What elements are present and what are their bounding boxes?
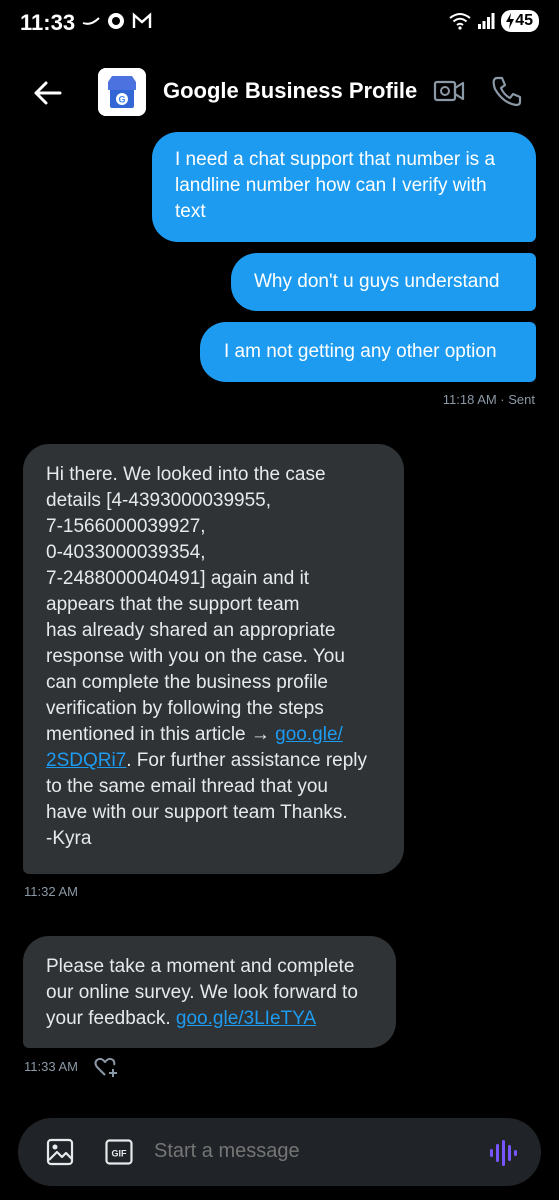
avatar-letter: G <box>118 95 125 105</box>
message-line: our online survey. We look forward to <box>46 982 358 1003</box>
message-line: I am not getting any other option <box>224 341 497 362</box>
message-line: text <box>175 201 206 222</box>
message-line: 2SDQRi7. For further assistance reply <box>46 748 404 774</box>
app-notification-icon <box>108 13 124 29</box>
sent-message-bubble[interactable]: Why don't u guys understand <box>231 253 536 311</box>
image-icon[interactable] <box>46 1138 74 1166</box>
message-line: 7-2488000040491] again and it <box>46 568 310 589</box>
gif-label: GIF <box>112 1149 128 1159</box>
message-line: has already shared an appropriate <box>46 620 336 641</box>
message-line: Why don't u guys understand <box>254 271 500 292</box>
google-business-logo-icon: G <box>98 68 146 116</box>
message-line: your feedback. goo.gle/3LIeTYA <box>46 1006 396 1032</box>
conversation-title[interactable]: Google Business Profile <box>163 78 417 104</box>
article-link[interactable]: 2SDQRi7 <box>46 750 126 771</box>
received-message-bubble[interactable]: Please take a moment and complete our on… <box>23 936 396 1048</box>
message-line: details [4-4393000039955, <box>46 490 272 511</box>
survey-link[interactable]: goo.gle/3LIeTYA <box>176 1008 316 1029</box>
message-text: your feedback. <box>46 1008 176 1029</box>
sent-message-bubble[interactable]: I need a chat support that number is a l… <box>152 132 536 242</box>
notification-arrow-icon <box>82 17 100 25</box>
message-line: 0-4033000039354, <box>46 542 206 563</box>
message-line: to the same email thread that you <box>46 776 328 797</box>
battery-icon: 45 <box>501 10 539 32</box>
message-line: I need a chat support that number is a <box>175 149 496 170</box>
message-line: can complete the business profile <box>46 672 328 693</box>
message-line: Please take a moment and complete <box>46 956 355 977</box>
status-time: 11:33 <box>20 10 76 35</box>
notification-icons <box>82 11 152 31</box>
message-line: mentioned in this article → goo.gle/ <box>46 722 404 748</box>
message-line: landline number how can I verify with <box>175 175 487 196</box>
message-timestamp: 11:33 AM <box>24 1059 78 1074</box>
sent-status: 11:18 AM · Sent <box>442 392 535 407</box>
sent-message-bubble[interactable]: I am not getting any other option <box>200 322 536 382</box>
battery-level: 45 <box>515 12 533 29</box>
back-arrow-icon[interactable] <box>30 75 66 111</box>
message-input[interactable] <box>154 1140 454 1163</box>
charging-bolt-icon <box>506 13 515 29</box>
message-timestamp: 11:32 AM <box>24 884 78 899</box>
message-line: have with our support team Thanks. <box>46 802 348 823</box>
conversation-header: G Google Business Profile <box>0 60 559 122</box>
phone-icon[interactable] <box>490 74 524 108</box>
video-call-icon[interactable] <box>432 74 466 108</box>
message-line: -Kyra <box>46 828 92 849</box>
signal-icon <box>478 13 495 29</box>
article-link[interactable]: goo.gle/ <box>275 724 343 745</box>
message-line: Hi there. We looked into the case <box>46 464 326 485</box>
status-bar: 11:33 45 <box>0 0 559 48</box>
add-reaction-icon[interactable] <box>93 1055 119 1079</box>
message-line: verification by following the steps <box>46 698 324 719</box>
voice-icon[interactable] <box>488 1138 518 1168</box>
wifi-icon <box>449 13 471 30</box>
avatar[interactable]: G <box>98 68 146 116</box>
gmail-icon <box>132 12 152 28</box>
message-text: mentioned in this article → <box>46 724 276 745</box>
message-composer: GIF <box>18 1118 541 1186</box>
received-message-bubble[interactable]: Hi there. We looked into the case detail… <box>23 444 404 874</box>
message-text: . For further assistance reply <box>126 750 368 771</box>
message-line: 7-1566000039927, <box>46 516 206 537</box>
gif-icon[interactable]: GIF <box>105 1139 133 1165</box>
message-line: response with you on the case. You <box>46 646 345 667</box>
message-line: appears that the support team <box>46 594 300 615</box>
